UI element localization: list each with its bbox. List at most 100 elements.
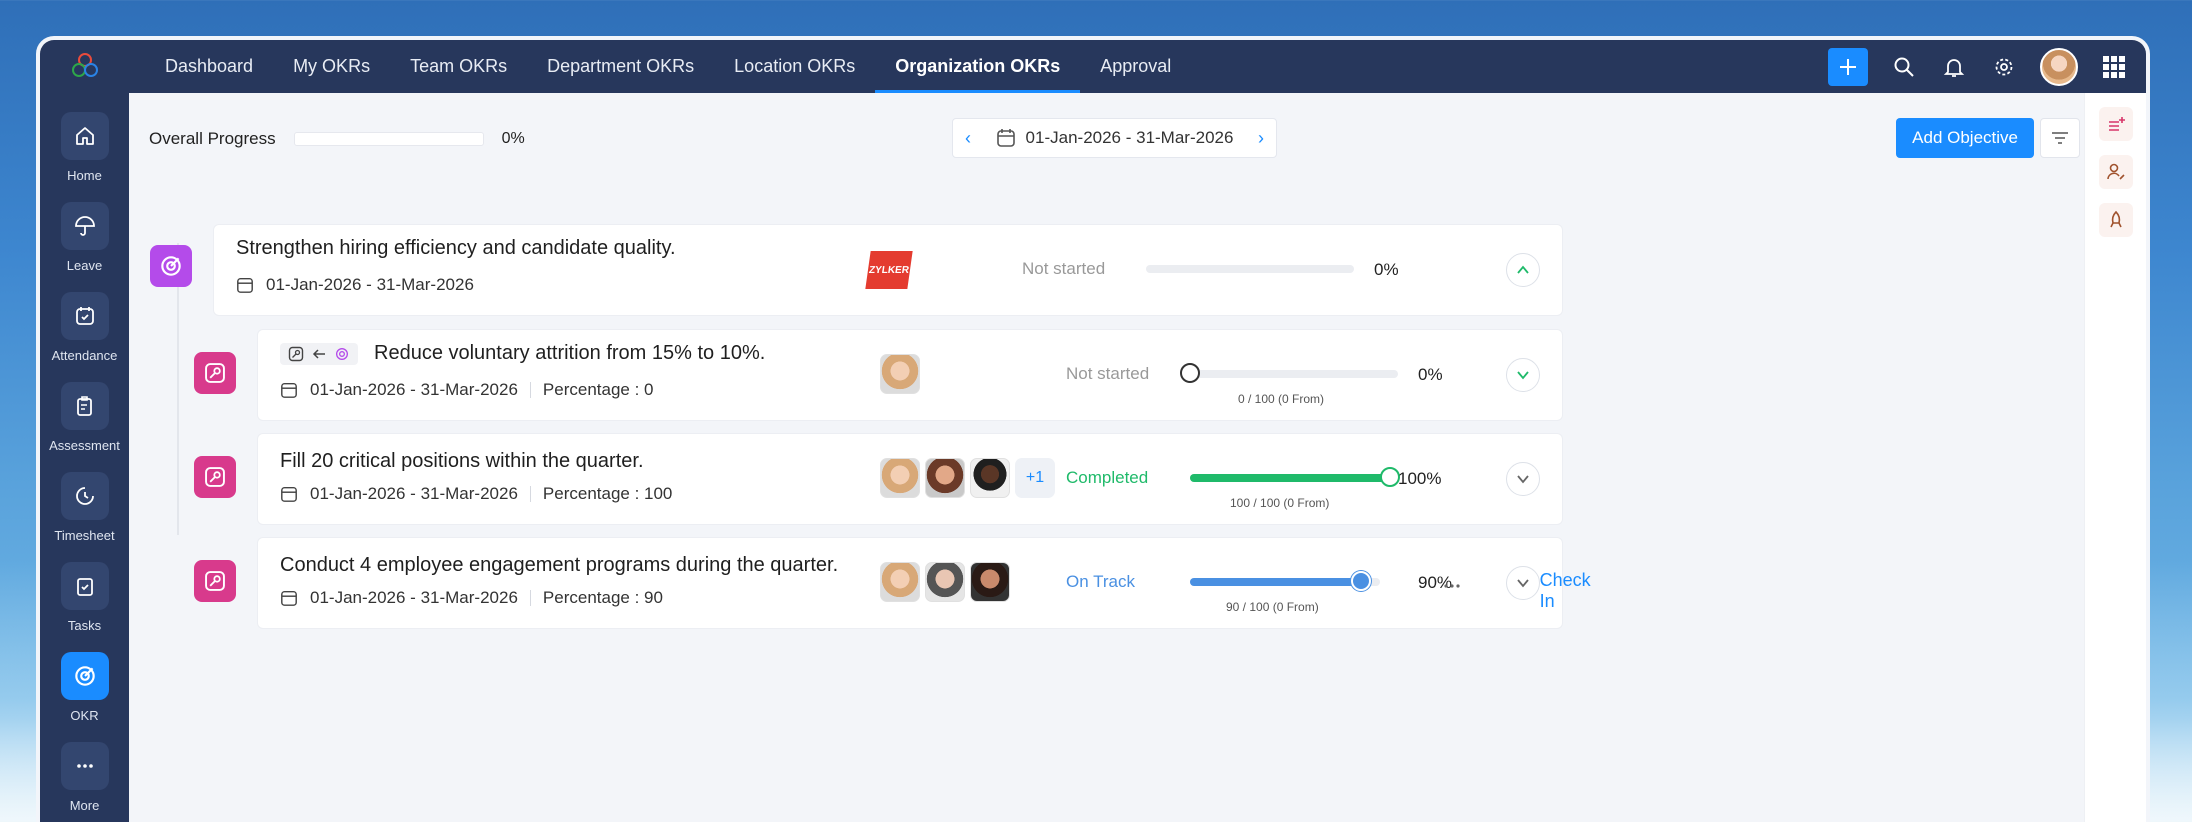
tab-approval[interactable]: Approval bbox=[1080, 40, 1191, 93]
key-result-title[interactable]: Conduct 4 employee engagement programs d… bbox=[280, 554, 838, 577]
key-icon bbox=[288, 346, 304, 361]
expand-button[interactable] bbox=[1506, 566, 1540, 600]
user-avatar[interactable] bbox=[2040, 47, 2078, 86]
key-result-date: 01-Jan-2026 - 31-Mar-2026 bbox=[310, 380, 518, 399]
apps-grid-button[interactable] bbox=[2100, 53, 2128, 81]
avatar bbox=[925, 458, 965, 498]
overall-progress-percent: 0% bbox=[501, 130, 525, 147]
date-range-text: 01-Jan-2026 - 31-Mar-2026 bbox=[1025, 128, 1234, 147]
tab-my-okrs[interactable]: My OKRs bbox=[273, 40, 390, 93]
user-edit-icon bbox=[2106, 163, 2125, 180]
tab-dashboard[interactable]: Dashboard bbox=[145, 40, 273, 93]
sidebar-item-leave[interactable]: Leave bbox=[40, 192, 129, 282]
sidebar-item-more[interactable]: More bbox=[40, 732, 129, 822]
notifications-button[interactable] bbox=[1940, 53, 1968, 81]
tab-department-okrs[interactable]: Department OKRs bbox=[527, 40, 714, 93]
key-result-title[interactable]: Fill 20 critical positions within the qu… bbox=[280, 450, 644, 473]
top-actions bbox=[1828, 40, 2128, 93]
owner-avatars[interactable] bbox=[880, 562, 1010, 602]
clock-refresh-icon bbox=[60, 472, 109, 520]
more-owners-button[interactable]: +1 bbox=[1015, 458, 1055, 498]
sidebar-item-attendance[interactable]: Attendance bbox=[40, 282, 129, 372]
key-result-title-row: Reduce voluntary attrition from 15% to 1… bbox=[280, 342, 765, 365]
sidebar-item-label: Timesheet bbox=[54, 528, 115, 543]
key-result-date: 01-Jan-2026 - 31-Mar-2026 bbox=[310, 588, 518, 607]
expand-button[interactable] bbox=[1506, 358, 1540, 392]
chevron-right-icon[interactable]: › bbox=[1258, 128, 1264, 149]
sidebar-item-label: Home bbox=[67, 168, 102, 183]
key-result-card[interactable]: Conduct 4 employee engagement programs d… bbox=[257, 537, 1591, 629]
key-icon bbox=[205, 363, 225, 383]
rail-button-add-task[interactable] bbox=[2098, 107, 2133, 141]
main-content: Overall Progress 0% ‹ 01-Jan-2026 - 31-M… bbox=[129, 93, 2084, 822]
apps-grid-icon bbox=[2103, 55, 2125, 78]
zylker-logo: ZYLKER bbox=[865, 251, 913, 289]
key-result-badge bbox=[194, 560, 236, 602]
tab-organization-okrs[interactable]: Organization OKRs bbox=[875, 40, 1081, 93]
arrow-left-icon bbox=[312, 348, 325, 359]
key-result-progress-bar bbox=[1180, 363, 1398, 383]
objective-meta: 01-Jan-2026 - 31-Mar-2026 bbox=[236, 275, 474, 295]
calendar-icon bbox=[281, 590, 297, 606]
key-result-card[interactable]: Fill 20 critical positions within the qu… bbox=[257, 433, 1563, 525]
collapse-button[interactable] bbox=[1506, 253, 1540, 287]
more-options-button[interactable] bbox=[1443, 576, 1461, 594]
sidebar-item-assessment[interactable]: Assessment bbox=[40, 372, 129, 462]
expand-button[interactable] bbox=[1506, 462, 1540, 496]
sidebar-item-tasks[interactable]: Tasks bbox=[40, 552, 129, 642]
divider bbox=[529, 590, 531, 606]
calendar-icon bbox=[996, 129, 1015, 147]
app-logo[interactable] bbox=[40, 40, 129, 92]
filter-button[interactable] bbox=[2040, 118, 2080, 158]
avatar bbox=[925, 562, 965, 602]
chevron-up-icon bbox=[1517, 265, 1529, 274]
calendar-icon bbox=[281, 382, 297, 398]
rail-button-rocket[interactable] bbox=[2098, 203, 2133, 237]
objective-title[interactable]: Strengthen hiring efficiency and candida… bbox=[236, 237, 676, 260]
progress-handle[interactable] bbox=[1180, 363, 1200, 383]
calendar-icon bbox=[281, 486, 297, 502]
sidebar-item-label: More bbox=[69, 798, 100, 813]
sidebar-item-timesheet[interactable]: Timesheet bbox=[40, 462, 129, 552]
tab-location-okrs[interactable]: Location OKRs bbox=[714, 40, 875, 93]
more-dots-icon bbox=[60, 742, 109, 790]
progress-handle[interactable] bbox=[1380, 467, 1400, 487]
plus-icon bbox=[1840, 58, 1856, 75]
search-icon bbox=[1894, 57, 1914, 77]
key-result-meta: 01-Jan-2026 - 31-Mar-2026 Percentage : 0 bbox=[280, 380, 653, 400]
target-icon bbox=[161, 256, 181, 276]
key-result-card[interactable]: Reduce voluntary attrition from 15% to 1… bbox=[257, 329, 1563, 421]
stack-add-icon bbox=[2108, 117, 2125, 131]
key-result-progress-fill bbox=[1190, 578, 1361, 586]
search-button[interactable] bbox=[1890, 53, 1918, 81]
add-objective-button[interactable]: Add Objective bbox=[1896, 118, 2034, 158]
key-result-progress-text: 0 / 100 (0 From) bbox=[1238, 392, 1325, 406]
filter-icon bbox=[2052, 132, 2068, 144]
sidebar-item-label: Leave bbox=[66, 258, 103, 273]
date-range-picker[interactable]: ‹ 01-Jan-2026 - 31-Mar-2026 › bbox=[952, 118, 1277, 158]
owner-avatars[interactable]: +1 bbox=[880, 458, 1055, 498]
key-result-progress-text: 90 / 100 (0 From) bbox=[1226, 600, 1319, 614]
chevron-left-icon[interactable]: ‹ bbox=[965, 128, 971, 149]
key-result-date: 01-Jan-2026 - 31-Mar-2026 bbox=[310, 484, 518, 503]
sidebar-item-home[interactable]: Home bbox=[40, 102, 129, 192]
chevron-down-icon bbox=[1517, 579, 1529, 588]
sidebar-item-label: Attendance bbox=[51, 348, 118, 363]
tab-team-okrs[interactable]: Team OKRs bbox=[390, 40, 527, 93]
progress-handle[interactable] bbox=[1351, 571, 1371, 591]
key-result-percentage: Percentage : 0 bbox=[542, 380, 654, 399]
right-rail bbox=[2084, 93, 2146, 822]
settings-button[interactable] bbox=[1990, 53, 2018, 81]
quick-add-button[interactable] bbox=[1828, 47, 1868, 86]
objective-percent: 0% bbox=[1374, 260, 1399, 279]
key-result-percentage: Percentage : 100 bbox=[542, 484, 673, 503]
more-horizontal-icon bbox=[1444, 584, 1460, 588]
sidebar-item-okr[interactable]: OKR bbox=[40, 642, 129, 732]
objective-date: 01-Jan-2026 - 31-Mar-2026 bbox=[266, 275, 474, 294]
objective-card[interactable]: Strengthen hiring efficiency and candida… bbox=[213, 224, 1563, 316]
avatar bbox=[880, 458, 920, 498]
rail-button-user-edit[interactable] bbox=[2098, 155, 2133, 189]
linked-okr-indicator[interactable] bbox=[280, 342, 358, 365]
owner-avatars[interactable] bbox=[880, 354, 920, 394]
key-result-title[interactable]: Reduce voluntary attrition from 15% to 1… bbox=[374, 342, 765, 365]
